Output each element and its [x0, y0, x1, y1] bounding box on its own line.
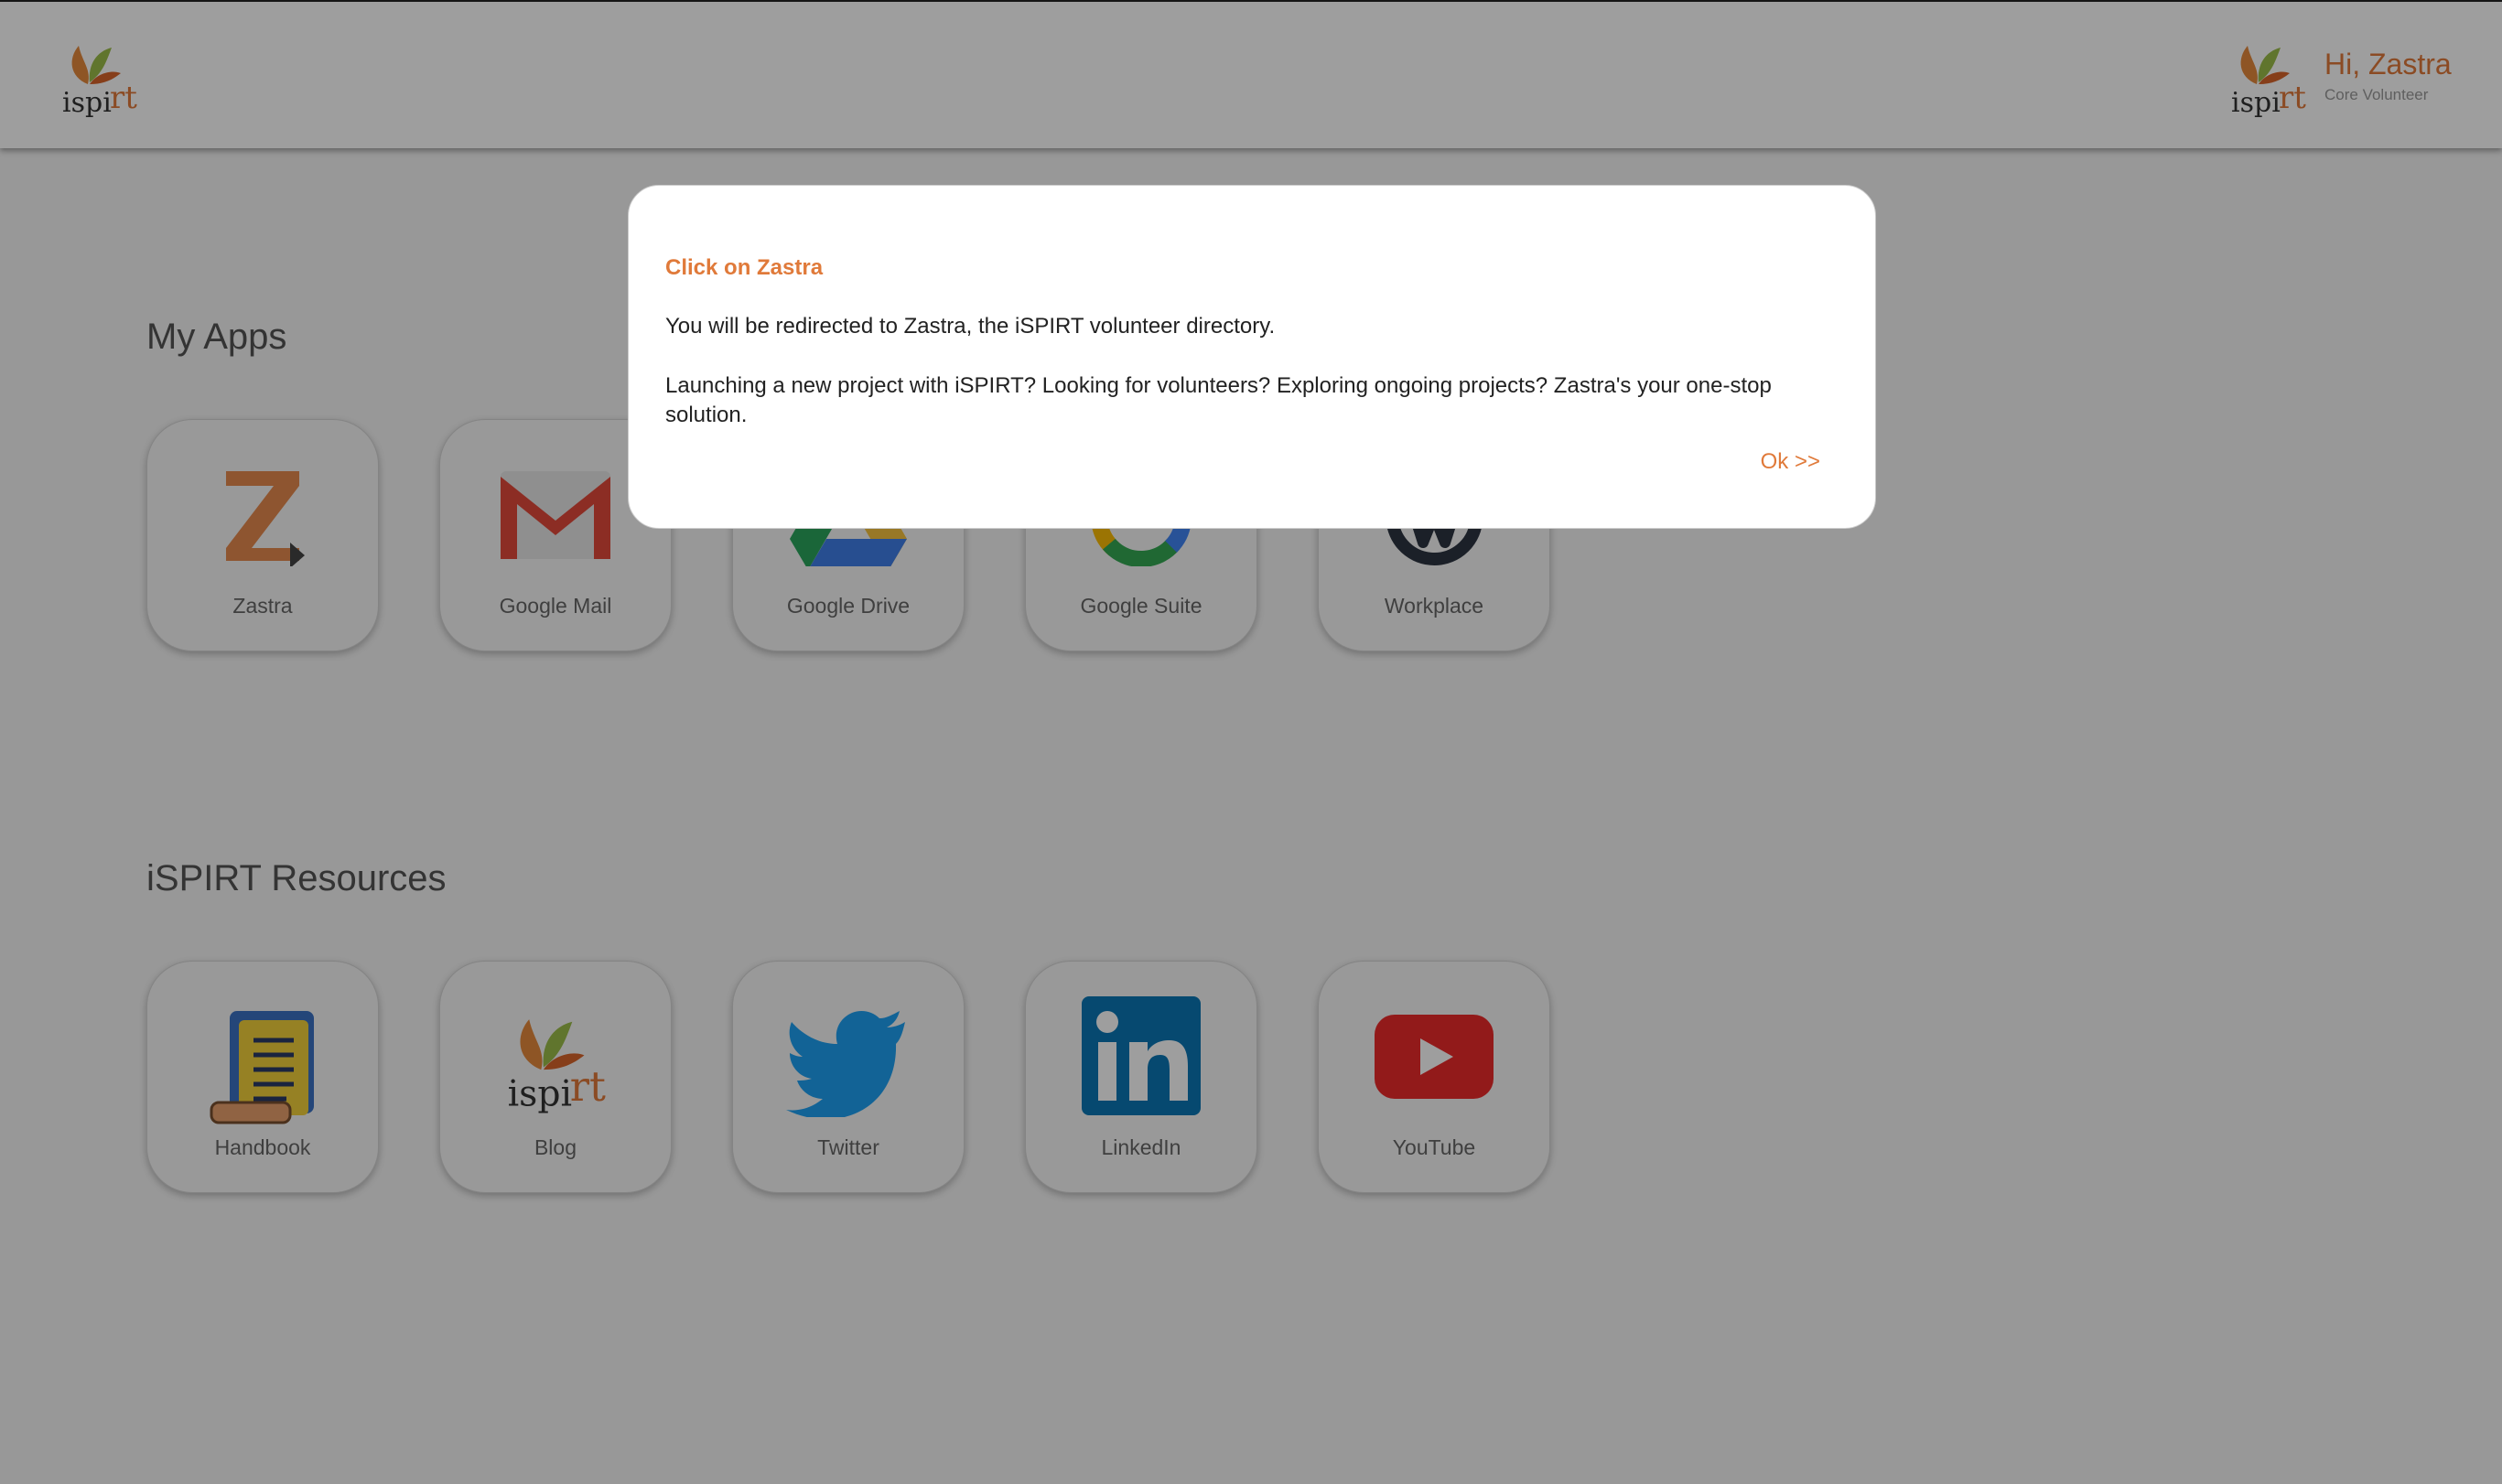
dialog-text: You will be redirected to Zastra, the iS…: [665, 314, 1276, 339]
info-dialog: Click on Zastra You will be redirected t…: [628, 185, 1876, 529]
dialog-text: Launching a new project with iSPIRT? Loo…: [665, 373, 1772, 427]
dialog-title: Click on Zastra: [665, 255, 824, 280]
ok-button[interactable]: Ok >>: [1761, 449, 1820, 475]
